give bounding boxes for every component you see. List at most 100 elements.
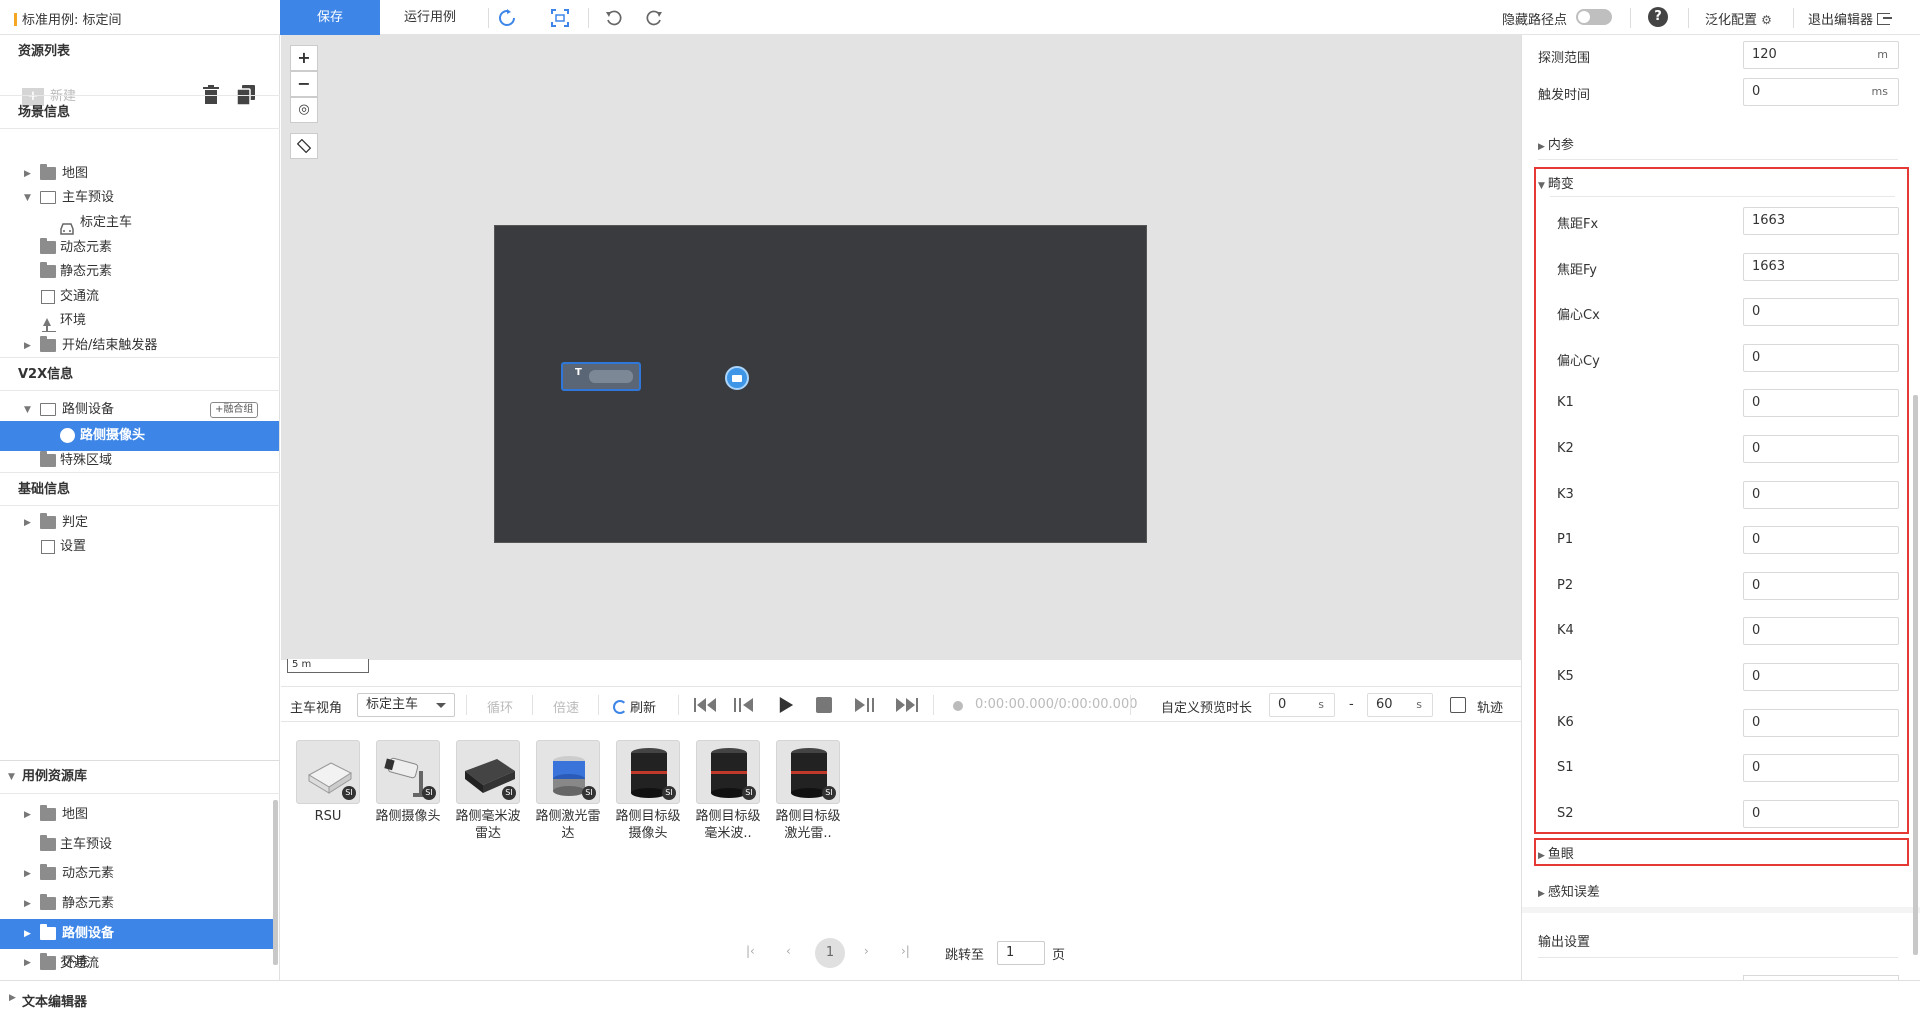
locate-button[interactable]: ◎ — [290, 97, 318, 123]
jump-page-input[interactable]: 1 — [997, 941, 1045, 965]
intrinsics-group-toggle[interactable]: ▶ 内参 — [1538, 134, 1574, 153]
lib-item-roadside[interactable]: ▶ 路侧设备 — [0, 919, 273, 949]
step-forward-icon[interactable] — [855, 697, 875, 713]
folder-icon — [40, 953, 56, 969]
case-library-title: 用例资源库 — [22, 769, 88, 784]
distortion-param-value: 0 — [1752, 669, 1761, 684]
preview-end-input[interactable]: 60 s — [1367, 693, 1433, 717]
zoom-out-button[interactable]: − — [290, 71, 318, 97]
roadside-camera-marker[interactable] — [725, 366, 749, 390]
divider — [933, 695, 934, 715]
distortion-param-input[interactable]: 0 — [1743, 708, 1899, 737]
undo-icon[interactable] — [602, 6, 626, 30]
track-checkbox[interactable] — [1450, 697, 1466, 713]
case-title: 标准用例: 标定间 — [14, 9, 122, 28]
refresh-label: 刷新 — [630, 701, 657, 716]
tile-roadside-mmwave-radar[interactable]: SI 路侧毫米波雷达 — [455, 740, 521, 842]
distortion-param-label: P2 — [1557, 577, 1574, 593]
target-sensor-icon: SI — [616, 740, 680, 804]
output-field[interactable] — [1743, 975, 1899, 980]
text-editor-bar[interactable]: ▶ 文本编辑器 — [0, 980, 1920, 1017]
properties-scrollbar[interactable] — [1913, 395, 1918, 955]
distortion-param-input[interactable]: 0 — [1743, 571, 1899, 600]
distortion-param-input[interactable]: 0 — [1743, 480, 1899, 509]
play-icon[interactable] — [778, 697, 794, 713]
reload-icon[interactable] — [495, 6, 519, 30]
preview-start-input[interactable]: 0s — [1269, 693, 1335, 717]
ego-vehicle[interactable]: T — [561, 362, 641, 391]
lib-item-dynamic[interactable]: ▶ 动态元素 — [0, 859, 279, 889]
save-button[interactable]: 保存 — [280, 0, 380, 35]
step-back-icon[interactable] — [734, 697, 754, 713]
perception-error-group-toggle[interactable]: ▶ 感知误差 — [1538, 881, 1600, 900]
lib-item-static[interactable]: ▶ 静态元素 — [0, 889, 279, 919]
distortion-param-input[interactable]: 0 — [1743, 298, 1899, 327]
prev-page-icon[interactable]: ‹ — [786, 944, 791, 958]
distortion-param-input[interactable]: 0 — [1743, 799, 1899, 828]
tile-roadside-camera[interactable]: SI 路侧摄像头 — [375, 740, 441, 825]
detect-range-input[interactable]: 120 m — [1743, 41, 1899, 69]
tile-target-lidar[interactable]: SI 路侧目标级激光雷.. — [775, 740, 841, 842]
stop-icon[interactable] — [816, 697, 832, 713]
distortion-group-toggle[interactable]: ▼ 畸变 — [1538, 173, 1574, 192]
refresh-button[interactable]: 刷新 — [613, 697, 656, 716]
lib-item-ego-preset[interactable]: 主车预设 — [0, 830, 279, 860]
exit-editor-button[interactable]: 退出编辑器 — [1808, 9, 1893, 28]
distortion-param-input[interactable]: 0 — [1743, 343, 1899, 372]
tile-target-camera[interactable]: SI 路侧目标级摄像头 — [615, 740, 681, 842]
ruler-button[interactable] — [290, 133, 318, 159]
run-case-button[interactable]: 运行用例 — [380, 0, 480, 35]
fisheye-group-toggle[interactable]: ▶ 鱼眼 — [1538, 843, 1574, 862]
divider — [678, 695, 679, 715]
lib-item-map[interactable]: ▶ 地图 — [0, 800, 279, 830]
distortion-param-input[interactable]: 0 — [1743, 389, 1899, 418]
properties-panel: 探测范围 120 m 触发时间 0 ms ▶ 内参 ▼ 畸变 焦距Fx 1663 焦距Fy 1… — [1521, 35, 1920, 980]
skip-to-start-icon[interactable] — [694, 697, 718, 713]
scene-map-canvas[interactable]: + − ◎ T 5 m — [281, 35, 1521, 673]
loop-button[interactable]: 循环 — [487, 697, 513, 716]
chevron-right-icon: ▶ — [24, 899, 31, 909]
page-1-button[interactable]: 1 — [815, 938, 845, 968]
divider — [1550, 196, 1895, 197]
distortion-param-input[interactable]: 1663 — [1743, 207, 1899, 235]
scene-area[interactable]: T — [494, 225, 1147, 543]
case-library-header[interactable]: ▼ 用例资源库 — [0, 760, 280, 794]
toolbar-divider — [1630, 8, 1631, 28]
distortion-param-input[interactable]: 1663 — [1743, 252, 1899, 281]
focus-frame-icon[interactable] — [548, 6, 572, 30]
help-icon[interactable]: ? — [1648, 7, 1668, 27]
skip-to-end-icon[interactable] — [894, 697, 918, 713]
badge: SI — [662, 786, 676, 800]
hide-path-label: 隐藏路径点 — [1502, 13, 1568, 28]
merge-group-button[interactable]: +融合组 — [210, 402, 259, 418]
tile-caption: 路侧目标级摄像头 — [615, 809, 681, 841]
speed-button[interactable]: 倍速 — [553, 697, 579, 716]
car-icon — [589, 370, 633, 383]
distortion-param-value: 1663 — [1752, 213, 1786, 228]
generalize-config-button[interactable]: 泛化配置 ⚙ — [1705, 9, 1772, 28]
redo-icon[interactable] — [642, 6, 666, 30]
trigger-time-input[interactable]: 0 ms — [1743, 78, 1899, 106]
camera-icon: SI — [376, 740, 440, 804]
distortion-param-input[interactable]: 0 — [1743, 754, 1899, 783]
distortion-param-input[interactable]: 0 — [1743, 526, 1899, 555]
tile-target-mmwave[interactable]: SI 路侧目标级毫米波.. — [695, 740, 761, 842]
distortion-param-input[interactable]: 0 — [1743, 435, 1899, 463]
ego-view-select[interactable]: 标定主车 — [357, 693, 455, 717]
tile-roadside-lidar[interactable]: SI 路侧激光雷达 — [535, 740, 601, 842]
last-page-icon[interactable]: ›| — [901, 944, 910, 958]
zoom-in-button[interactable]: + — [290, 45, 318, 71]
tree-item-settings[interactable]: 设置 — [0, 532, 279, 562]
distortion-param-input[interactable]: 0 — [1743, 663, 1899, 691]
library-scrollbar[interactable] — [273, 800, 278, 965]
next-page-icon[interactable]: › — [864, 944, 869, 958]
tile-caption: 路侧激光雷达 — [535, 809, 601, 841]
hide-path-toggle[interactable] — [1576, 9, 1612, 25]
tile-caption: 路侧摄像头 — [375, 809, 441, 824]
lib-item-environment-row[interactable]: ▶ 环境 — [0, 948, 273, 978]
first-page-icon[interactable]: |‹ — [746, 944, 755, 958]
tile-rsu[interactable]: SI RSU — [296, 740, 360, 825]
distortion-param-input[interactable]: 0 — [1743, 617, 1899, 646]
toolbar-divider — [1793, 8, 1794, 28]
refresh-icon — [613, 700, 627, 714]
